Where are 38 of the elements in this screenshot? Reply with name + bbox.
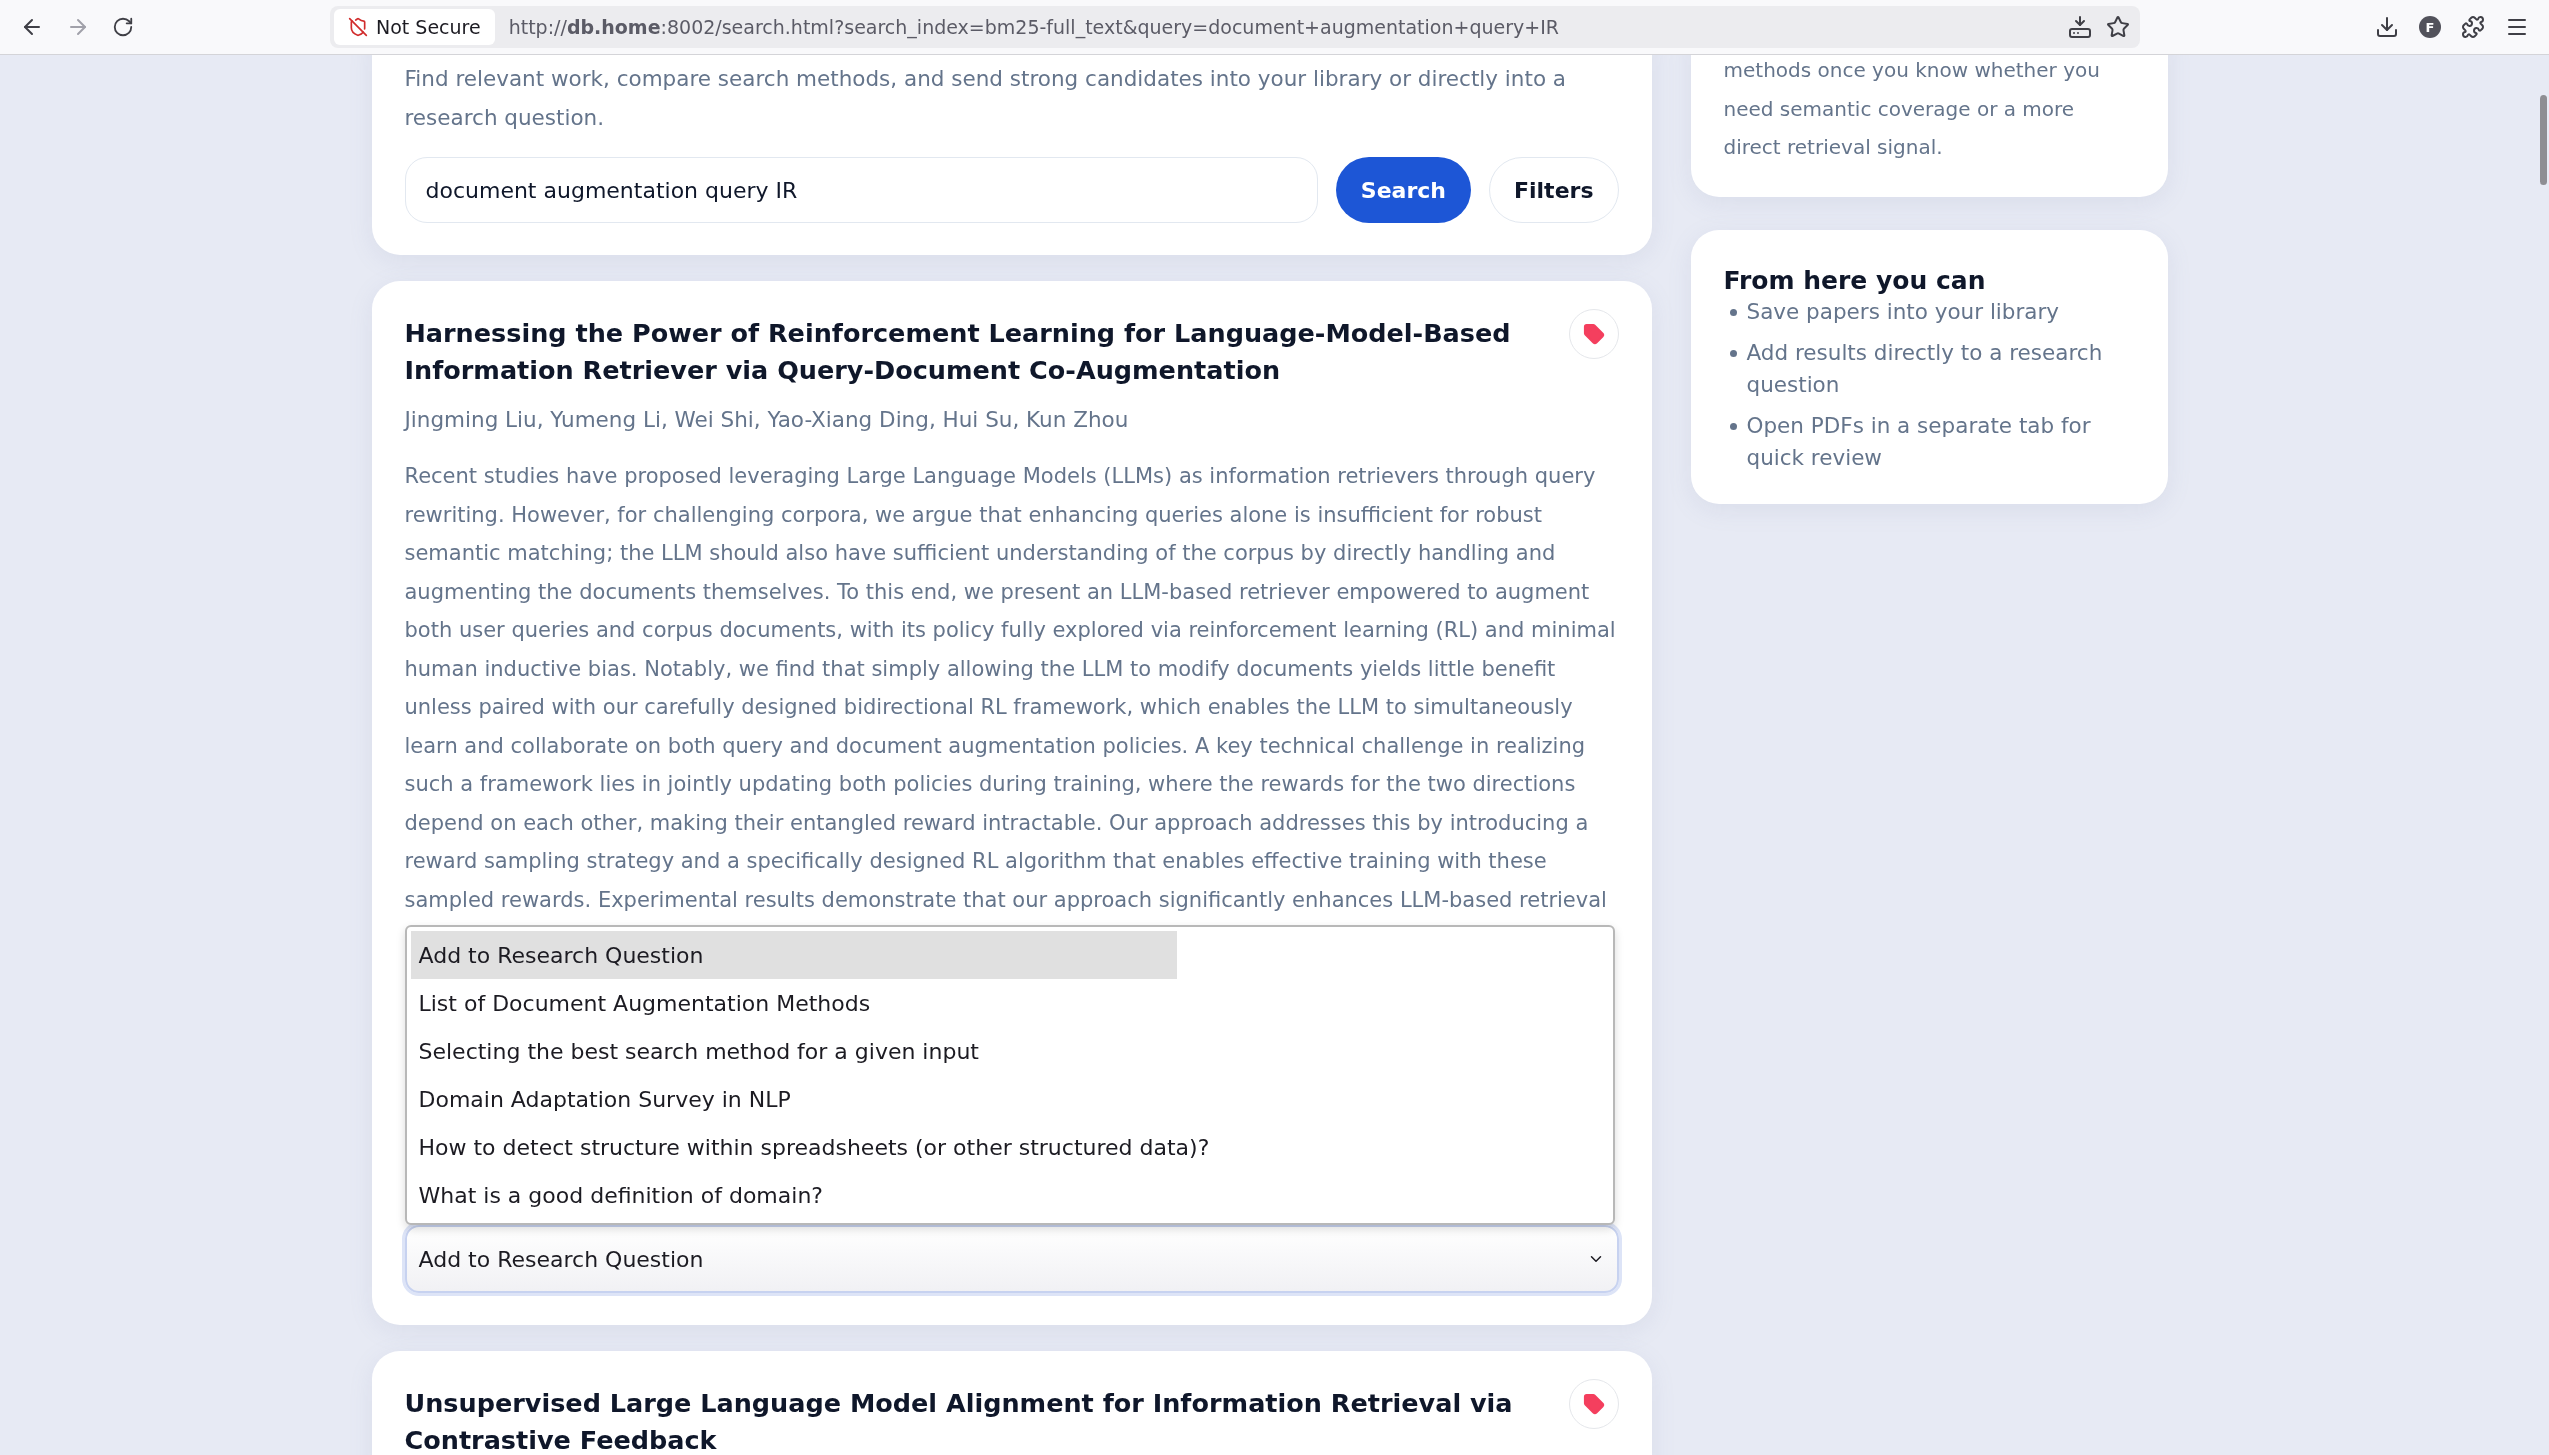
site-security-button[interactable]: Not Secure bbox=[334, 9, 495, 45]
dropdown-option[interactable]: Add to Research Question bbox=[410, 931, 1178, 979]
action-text: Save papers into your library bbox=[1746, 297, 2060, 326]
search-button[interactable]: Search bbox=[1335, 157, 1471, 223]
profile-avatar[interactable]: F bbox=[2419, 16, 2441, 38]
research-question-select[interactable]: Add to Research Question bbox=[404, 1225, 1619, 1293]
tip-text: methods once you know whether you need semantic coverage or a more direct retrieval signal. bbox=[1723, 57, 2101, 161]
address-bar[interactable]: Not Secure http://db.home:8002/search.html?search_index=bm25-full_text&query=document+augmentation+query+IR bbox=[330, 6, 2140, 48]
paper-authors: Jingming Liu, Yumeng Li, Wei Shi, Yao-Xiang Ding, Hui Su, Kun Zhou bbox=[404, 406, 1130, 434]
scrollbar-thumb[interactable] bbox=[2540, 95, 2547, 185]
action-text: Open PDFs in a separate tab for quick review bbox=[1746, 411, 2092, 472]
reload-icon bbox=[112, 16, 134, 38]
bookmark-star-icon[interactable] bbox=[2106, 15, 2130, 39]
paper-title: Unsupervised Large Language Model Alignment for Information Retrieval via Contrastive Feedback bbox=[404, 1387, 1514, 1455]
bullet-icon bbox=[1729, 308, 1737, 316]
download-icon[interactable] bbox=[2375, 15, 2399, 39]
install-icon[interactable] bbox=[2068, 15, 2092, 39]
extensions-icon[interactable] bbox=[2461, 15, 2485, 39]
paper-title: Harnessing the Power of Reinforcement Learning for Language-Model-Based Information Retriever via Query-Document Co-Augmentation bbox=[404, 317, 1512, 387]
paper-abstract: Recent studies have proposed leveraging Large Language Models (LLMs) as information retrievers through query rewriting. However, for challenging corpora, we argue that enhancing queries alone is insufficient for robust semantic matching; the LLM should also have sufficient understanding of the corpus by directly handling and augmenting the documents themselves. To this end, we present an LLM-based retriever empowered to augment both user queries and corpus documents, with its policy fully explored via reinforcement learning (RL) and minimal human inductive bias. Notably, we find that simply allowing the LLM to modify documents yields little benefit unless paired with our carefully designed bidirectional RL framework, which enables the LLM to simultaneously learn and collaborate on both query and document augmentation policies. A key technical challenge in realizing such a framework lies in jointly updating both policies during training, where the rewards for the two directions depend on each other, making their entangled reward intractable. Our approach addresses this by introducing a reward sampling strategy and a specifically designed RL algorithm that enables effective training with these sampled rewards. Experimental results demonstrate that our approach significantly enhances LLM-based retrieval bbox=[404, 463, 1617, 914]
save-button[interactable] bbox=[1568, 1379, 1619, 1429]
actions-title: From here you can bbox=[1723, 265, 1987, 296]
filters-button[interactable]: Filters bbox=[1489, 157, 1619, 223]
save-button[interactable] bbox=[1568, 309, 1619, 359]
dropdown-option[interactable]: Domain Adaptation Survey in NLP bbox=[410, 1075, 1609, 1123]
action-text: Add results directly to a research question bbox=[1746, 338, 2104, 399]
crossed-shield-icon bbox=[348, 17, 368, 37]
dropdown-option[interactable]: How to detect structure within spreadsheets (or other structured data)? bbox=[410, 1123, 1609, 1171]
dropdown-option[interactable]: What is a good definition of domain? bbox=[410, 1171, 1609, 1219]
tag-icon bbox=[1582, 1393, 1605, 1415]
bullet-icon bbox=[1729, 349, 1737, 357]
bullet-icon bbox=[1729, 422, 1737, 430]
dropdown-option[interactable]: List of Document Augmentation Methods bbox=[410, 979, 1609, 1027]
dropdown-option[interactable]: Selecting the best search method for a given input bbox=[410, 1027, 1609, 1075]
address-text: http://db.home:8002/search.html?search_index=bm25-full_text&query=document+augmentation+query+IR bbox=[508, 16, 1560, 38]
tag-icon bbox=[1582, 323, 1605, 345]
intro-text: Find relevant work, compare search methods, and send strong candidates into your library or directly into a research question. bbox=[404, 65, 1568, 132]
search-field[interactable]: document augmentation query IR bbox=[404, 157, 1318, 223]
